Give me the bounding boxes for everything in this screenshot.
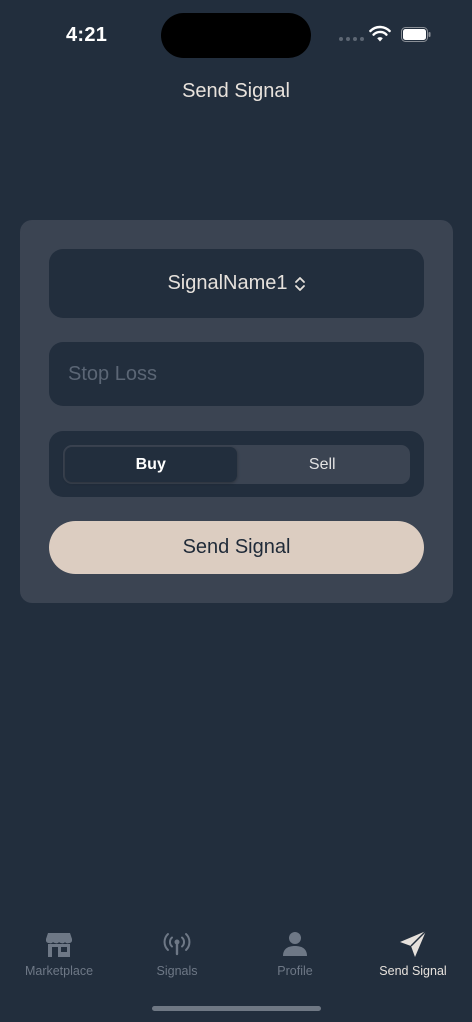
tab-marketplace[interactable]: Marketplace xyxy=(0,920,118,1000)
person-icon xyxy=(283,932,307,956)
home-indicator[interactable] xyxy=(152,1006,321,1011)
cellular-signal-icon xyxy=(339,37,364,41)
side-segment-container: Buy Sell xyxy=(49,431,424,497)
wifi-icon xyxy=(369,25,391,42)
tab-bar: Marketplace Signals Profile Send Signal xyxy=(0,920,472,1000)
segment-sell[interactable]: Sell xyxy=(237,447,409,482)
tab-signals-label: Signals xyxy=(156,964,198,978)
antenna-broadcast-icon xyxy=(163,933,191,956)
chevron-up-down-icon xyxy=(294,276,305,291)
tab-send-signal[interactable]: Send Signal xyxy=(354,920,472,1000)
signal-name-picker[interactable]: SignalName1 xyxy=(49,249,424,318)
tab-profile-label: Profile xyxy=(277,964,313,978)
tab-profile[interactable]: Profile xyxy=(236,920,354,1000)
battery-icon xyxy=(401,27,431,42)
segment-buy[interactable]: Buy xyxy=(65,447,237,482)
page-title: Send Signal xyxy=(182,80,290,102)
tab-send-signal-label: Send Signal xyxy=(379,964,447,978)
send-signal-button[interactable]: Send Signal xyxy=(49,521,424,574)
storefront-icon xyxy=(46,933,72,957)
tab-marketplace-label: Marketplace xyxy=(24,964,94,978)
buy-sell-segmented-control: Buy Sell xyxy=(63,445,410,484)
send-signal-form-card: SignalName1 Buy Sell Send Signal xyxy=(20,220,453,603)
paper-plane-icon xyxy=(400,930,427,957)
signal-name-selected: SignalName1 xyxy=(167,272,288,294)
status-time: 4:21 xyxy=(66,24,108,46)
status-bar: 4:21 xyxy=(0,0,472,70)
tab-signals[interactable]: Signals xyxy=(118,920,236,1000)
dynamic-island xyxy=(161,13,311,58)
stop-loss-input[interactable] xyxy=(49,342,424,406)
